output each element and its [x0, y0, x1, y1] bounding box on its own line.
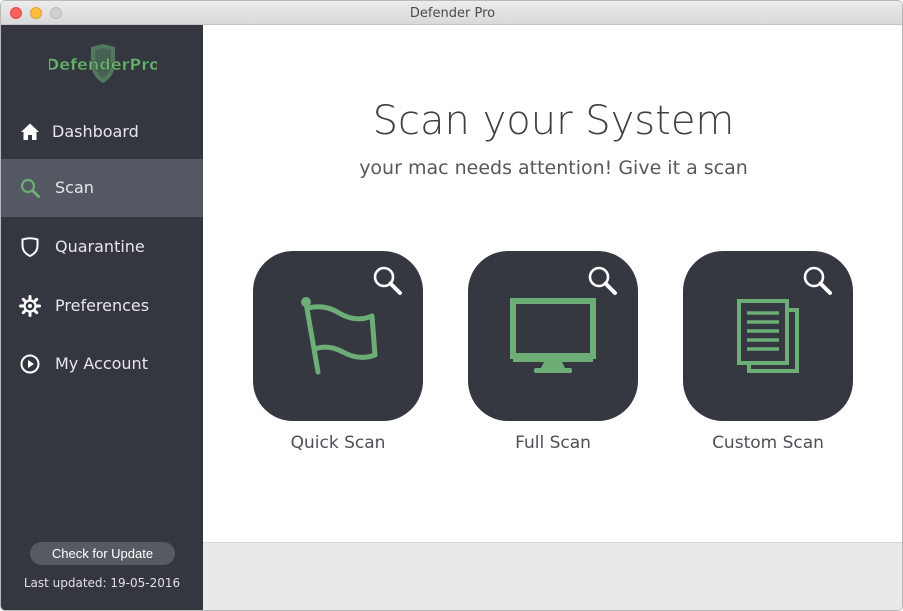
quick-scan-button[interactable]	[253, 251, 423, 421]
flag-icon	[301, 297, 378, 375]
title-bar: Defender Pro	[1, 1, 902, 25]
check-for-update-button[interactable]: Check for Update	[30, 542, 175, 565]
sidebar-item-label: Quarantine	[55, 237, 145, 256]
defender-pro-logo: DefenderPro	[49, 44, 157, 83]
window-title: Defender Pro	[409, 6, 496, 21]
sidebar-item-scan[interactable]: Scan	[1, 159, 203, 217]
sidebar: DefenderPro Dashboard Scan Quarantine Pr…	[1, 25, 203, 610]
sidebar-item-label: Preferences	[55, 296, 150, 315]
logo-text: DefenderPro	[49, 55, 157, 74]
last-updated-text: Last updated: 19-05-2016	[23, 576, 181, 590]
sidebar-item-preferences[interactable]: Preferences	[1, 277, 203, 335]
status-bar	[203, 542, 902, 610]
play-circle-icon	[20, 354, 40, 374]
documents-icon	[737, 299, 799, 373]
custom-scan-label: Custom Scan	[712, 433, 824, 453]
gear-icon	[19, 295, 41, 317]
app-window: Defender Pro DefenderPro Dashboard Scan	[0, 0, 903, 611]
page-title: Scan your System	[372, 98, 735, 144]
custom-scan-button[interactable]	[683, 251, 853, 421]
main-content: Scan your System your mac needs attentio…	[203, 25, 902, 542]
page-subtitle: your mac needs attention! Give it a scan	[359, 157, 748, 179]
home-icon	[21, 123, 39, 140]
full-scan-button[interactable]	[468, 251, 638, 421]
sidebar-item-dashboard[interactable]: Dashboard	[1, 103, 203, 161]
monitor-icon	[510, 298, 596, 373]
sidebar-item-quarantine[interactable]: Quarantine	[1, 218, 203, 276]
full-scan-label: Full Scan	[515, 433, 591, 453]
search-icon	[20, 178, 40, 198]
sidebar-item-label: Dashboard	[52, 122, 139, 141]
sidebar-item-label: My Account	[55, 354, 148, 373]
sidebar-item-label: Scan	[55, 178, 94, 197]
sidebar-item-my-account[interactable]: My Account	[1, 335, 203, 393]
shield-icon	[21, 237, 39, 258]
quick-scan-label: Quick Scan	[290, 433, 386, 453]
